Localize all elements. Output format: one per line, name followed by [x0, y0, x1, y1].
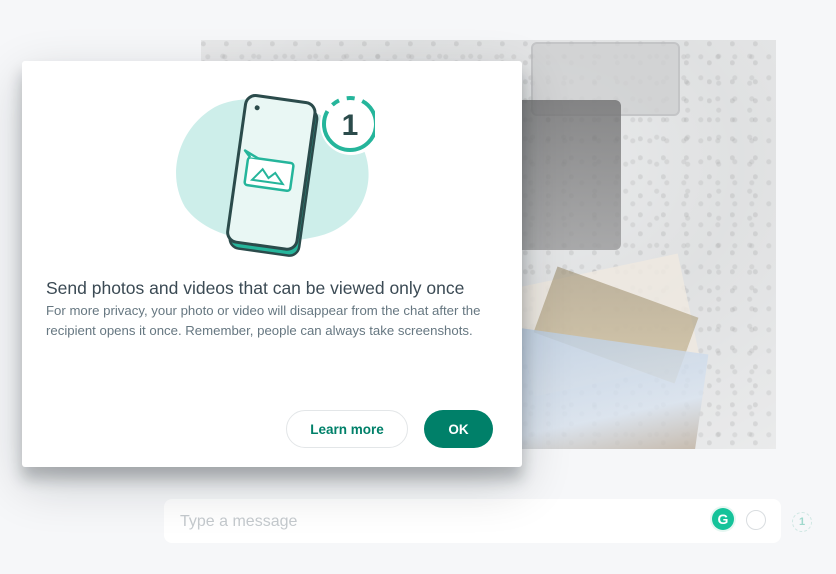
view-once-icon[interactable]: 1	[792, 512, 812, 532]
photo-object	[511, 100, 621, 250]
ok-button[interactable]: OK	[424, 410, 493, 448]
learn-more-button[interactable]: Learn more	[286, 410, 408, 448]
illustration-badge-number: 1	[342, 109, 359, 142]
grammarly-icon[interactable]: G	[712, 508, 734, 530]
emoji-icon[interactable]	[746, 510, 766, 530]
dialog-title: Send photos and videos that can be viewe…	[46, 278, 465, 298]
message-composer: G	[164, 499, 781, 543]
message-input[interactable]	[178, 509, 682, 535]
phone-view-once-illustration: 1	[176, 93, 375, 257]
dialog-body: For more privacy, your photo or video wi…	[46, 303, 481, 338]
view-once-dialog: 1 Send photos and videos that can be vie…	[22, 61, 522, 467]
grammarly-glyph: G	[717, 511, 729, 527]
view-once-glyph: 1	[798, 516, 806, 528]
